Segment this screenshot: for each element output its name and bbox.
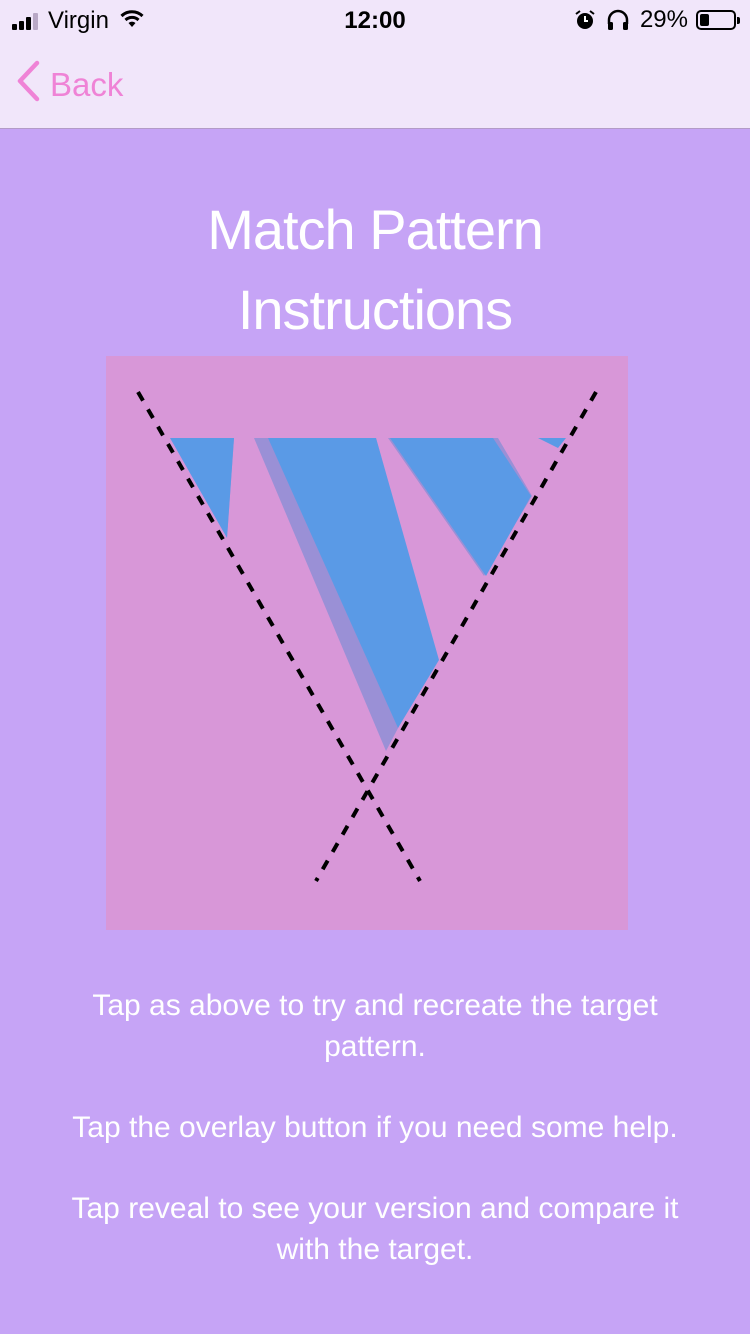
navigation-bar: Back [0, 40, 750, 129]
title-line-1: Match Pattern [207, 198, 544, 261]
page-title: Match Pattern Instructions [0, 190, 750, 350]
instruction-text: Tap reveal to see your version and compa… [71, 1192, 679, 1266]
instruction-text: Tap the overlay button if you need some … [72, 1111, 678, 1144]
battery-icon [696, 10, 740, 30]
status-bar: Virgin 12:00 29% [0, 0, 750, 40]
back-label: Back [50, 66, 124, 103]
instructions: Tap as above to try and recreate the tar… [60, 985, 690, 1310]
back-button[interactable]: Back [16, 60, 123, 110]
chevron-left-icon [16, 60, 50, 110]
battery-percent: 29% [639, 6, 688, 33]
pattern-illustration [106, 356, 628, 930]
instruction-text: Tap as above to try and recreate the tar… [92, 989, 658, 1063]
alarm-icon [574, 9, 596, 31]
pattern-graphic [106, 356, 628, 930]
headphones-icon [606, 9, 630, 31]
status-right: 29% [564, 6, 740, 34]
title-line-2: Instructions [237, 278, 513, 341]
